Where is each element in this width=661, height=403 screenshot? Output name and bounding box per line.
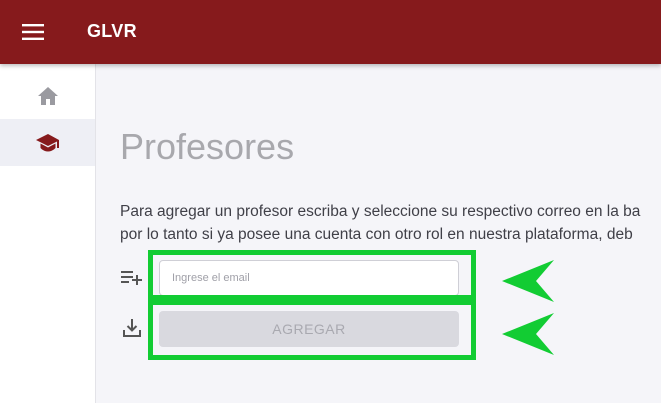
- email-highlight-box: [148, 250, 476, 300]
- instructions-line-2: por lo tanto si ya posee una cuenta con …: [120, 226, 633, 243]
- page-title: Profesores: [120, 126, 295, 167]
- sidebar: [0, 64, 96, 403]
- button-highlight-box: [148, 300, 476, 360]
- sidebar-item-home[interactable]: [0, 72, 95, 119]
- hamburger-menu-icon: [22, 24, 44, 40]
- pointer-arrow-icon: [502, 260, 554, 302]
- pointer-arrow-icon: [502, 313, 554, 355]
- download-icon: [120, 316, 144, 340]
- instructions-text: Para agregar un profesor escriba y selec…: [120, 200, 661, 246]
- app-title: GLVR: [87, 21, 137, 41]
- menu-button[interactable]: [16, 16, 50, 48]
- playlist-add-icon: [120, 266, 144, 290]
- sidebar-item-teachers[interactable]: [0, 119, 95, 166]
- graduation-cap-icon: [35, 133, 59, 151]
- instructions-line-1: Para agregar un profesor escriba y selec…: [120, 203, 641, 220]
- home-icon: [37, 86, 58, 105]
- app-bar: GLVR: [0, 0, 661, 64]
